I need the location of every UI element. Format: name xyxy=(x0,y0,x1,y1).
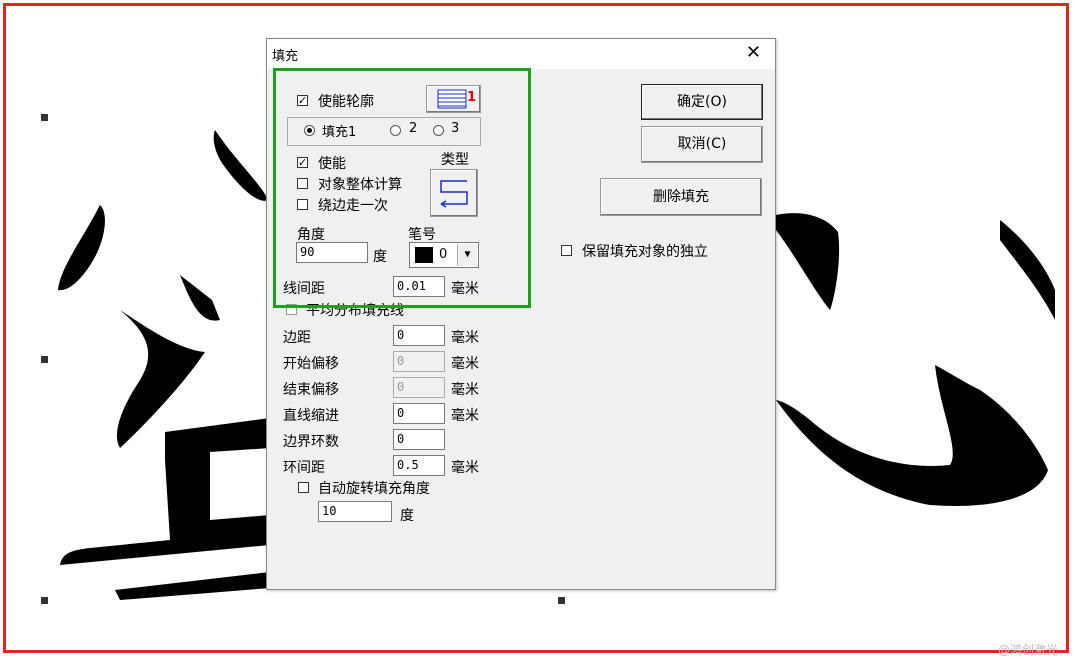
selection-handle[interactable] xyxy=(558,597,565,604)
line-indent-unit: 毫米 xyxy=(451,408,479,424)
loop-spacing-input[interactable]: 0.5 xyxy=(393,455,445,476)
highlight-frame-green xyxy=(273,68,531,308)
margin-label: 边距 xyxy=(283,330,311,346)
auto-rotate-unit: 度 xyxy=(400,508,414,524)
cancel-button[interactable]: 取消(C) xyxy=(641,126,763,163)
auto-rotate-label: 自动旋转填充角度 xyxy=(318,481,430,497)
selection-handle[interactable] xyxy=(41,114,48,121)
loop-spacing-label: 环间距 xyxy=(283,460,325,476)
close-icon[interactable]: ✕ xyxy=(746,42,761,63)
end-offset-input[interactable]: 0 xyxy=(393,377,445,398)
border-loops-label: 边界环数 xyxy=(283,434,339,450)
keep-independent-label: 保留填充对象的独立 xyxy=(582,244,708,260)
start-offset-input[interactable]: 0 xyxy=(393,351,445,372)
auto-rotate-input[interactable]: 10 xyxy=(318,501,392,522)
line-indent-input[interactable]: 0 xyxy=(393,403,445,424)
start-offset-label: 开始偏移 xyxy=(283,356,339,372)
delete-fill-button[interactable]: 删除填充 xyxy=(600,178,762,216)
end-offset-label: 结束偏移 xyxy=(283,382,339,398)
margin-unit: 毫米 xyxy=(451,330,479,346)
selection-handle[interactable] xyxy=(41,597,48,604)
loop-spacing-unit: 毫米 xyxy=(451,460,479,476)
auto-rotate-checkbox[interactable] xyxy=(298,482,309,493)
selection-handle[interactable] xyxy=(41,356,48,363)
ok-button[interactable]: 确定(O) xyxy=(641,84,763,120)
dialog-titlebar: 填充 ✕ xyxy=(267,39,775,69)
keep-independent-checkbox[interactable] xyxy=(561,245,572,256)
start-offset-unit: 毫米 xyxy=(451,356,479,372)
margin-input[interactable]: 0 xyxy=(393,325,445,346)
end-offset-unit: 毫米 xyxy=(451,382,479,398)
line-indent-label: 直线缩进 xyxy=(283,408,339,424)
border-loops-input[interactable]: 0 xyxy=(393,429,445,450)
dialog-title: 填充 xyxy=(272,49,299,64)
watermark: @鸿创激光 xyxy=(997,643,1058,657)
